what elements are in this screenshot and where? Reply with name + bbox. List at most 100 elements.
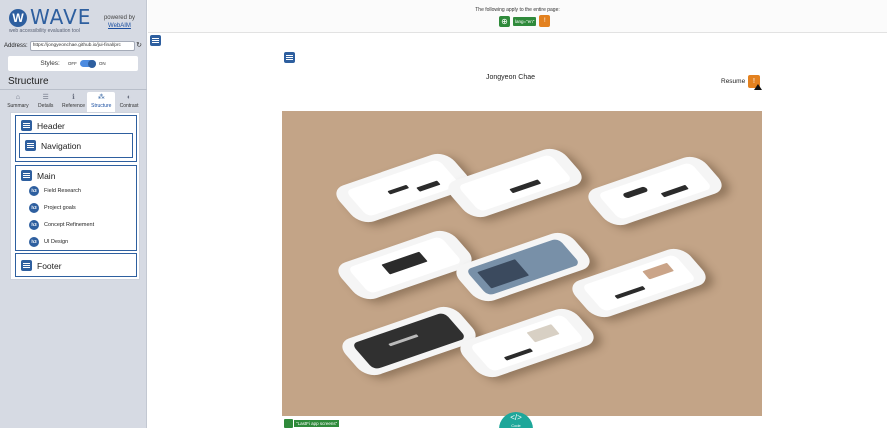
heading-icon: h3 — [29, 220, 39, 230]
powered-by: powered by WebAIM — [104, 14, 135, 30]
styles-on-label: ON — [98, 61, 106, 66]
landmark-label: Header — [37, 120, 65, 131]
phone-screen — [597, 162, 713, 220]
wave-sidebar: W WAVE web accessibility evaluation tool… — [0, 0, 147, 428]
tab-label: Contrast — [119, 103, 139, 109]
resume-link[interactable]: Resume — [721, 78, 745, 85]
list-icon: ☰ — [42, 94, 49, 101]
landmark-label: Navigation — [41, 140, 82, 151]
powered-by-label: powered by — [103, 15, 135, 21]
structure-icon: ⁂ — [97, 94, 105, 101]
phone-screen — [351, 312, 467, 370]
reload-icon[interactable]: ↻ — [135, 41, 143, 51]
divider — [0, 89, 147, 90]
heading-icon: h3 — [29, 237, 39, 247]
wave-logo-wordmark: WAVE — [30, 5, 92, 29]
info-icon: ℹ — [72, 94, 75, 101]
landmark-icon — [21, 120, 32, 131]
phone-screen — [457, 154, 573, 212]
webaim-link[interactable]: WebAIM — [104, 22, 135, 30]
heading-item[interactable]: h3 Field Research — [29, 186, 81, 196]
main-landmark[interactable]: Main — [21, 170, 55, 181]
page-wide-icons: ⊕ lang="en" ! — [499, 15, 551, 27]
heading-item[interactable]: h3 UI Design — [29, 237, 68, 247]
landmark-icon — [25, 140, 36, 151]
navigation-landmark[interactable]: Navigation — [25, 140, 81, 151]
phone-screen — [347, 236, 463, 294]
site-title: Jongyeon Chae — [486, 74, 536, 81]
styles-off-label: OFF — [67, 61, 77, 66]
header-landmark-icon[interactable] — [284, 52, 295, 63]
phone-ui-block — [381, 251, 428, 275]
panel-title: Structure — [8, 76, 49, 87]
page-wide-features-bar: The following apply to the entire page: … — [148, 0, 887, 33]
address-input[interactable]: https://jongyeonchae.github.io/jui-final… — [29, 40, 135, 51]
address-label: Address: — [4, 42, 28, 49]
tab-label: Reference — [61, 103, 86, 109]
phone-mockup — [453, 305, 601, 381]
header-landmark[interactable]: Header — [21, 120, 65, 131]
phone-screen — [469, 314, 585, 372]
phone-ui-block — [642, 262, 674, 280]
phone-mockup — [335, 303, 483, 379]
heading-icon: h3 — [29, 203, 39, 213]
language-icon[interactable]: ⊕ — [499, 15, 510, 27]
address-bar: Address: https://jongyeonchae.github.io/… — [4, 40, 143, 51]
image-alt-text: "LastFi app screens" — [294, 420, 340, 427]
wave-logo-tagline: web accessibility evaluation tool — [9, 28, 80, 34]
footer-landmark[interactable]: Footer — [21, 260, 62, 271]
landmark-icon — [21, 170, 32, 181]
phone-ui-block — [621, 186, 649, 199]
landmark-label: Footer — [37, 260, 62, 271]
styles-toggle-row: Styles: OFF ON — [8, 56, 138, 71]
heading-item[interactable]: h3 Project goals — [29, 203, 76, 213]
lang-attribute-badge[interactable]: lang="en" — [513, 16, 537, 26]
phone-ui-block — [387, 184, 410, 195]
tab-contrast[interactable]: ◐ Contrast — [115, 92, 143, 112]
phone-mockup — [581, 153, 729, 229]
image-alt-icon — [284, 419, 293, 428]
phone-screen — [581, 254, 697, 312]
code-icon: </> — [510, 413, 522, 422]
tab-summary[interactable]: ⌂ Summary — [4, 92, 32, 112]
heading-label: Concept Refinement — [44, 222, 95, 228]
tab-label: Details — [38, 103, 54, 109]
image-alt-tag[interactable]: "LastFi app screens" — [284, 419, 340, 428]
hero-image — [282, 111, 762, 416]
phone-ui-block — [503, 348, 534, 361]
tab-label: Summary — [7, 103, 29, 109]
phone-screen — [345, 159, 461, 217]
page-landmark-icon[interactable] — [150, 35, 161, 46]
wave-brand: W WAVE web accessibility evaluation tool… — [0, 0, 147, 36]
landmark-label: Main — [37, 170, 56, 181]
alert-icon[interactable]: ! — [748, 75, 762, 90]
phone-ui-block — [526, 324, 560, 343]
phone-ui-block — [509, 179, 542, 194]
phone-ui-block — [416, 180, 441, 192]
tab-reference[interactable]: ℹ Reference — [60, 92, 88, 112]
heading-label: Project goals — [44, 205, 76, 211]
styles-toggle[interactable] — [79, 59, 96, 68]
phone-screen — [465, 238, 581, 296]
contrast-icon: ◐ — [126, 94, 132, 101]
heading-label: UI Design — [44, 239, 69, 245]
code-button-label: Code — [511, 423, 521, 428]
phone-ui-block — [614, 285, 646, 299]
phone-mockup — [441, 145, 589, 221]
styles-label: Styles: — [40, 60, 60, 67]
landmark-icon — [21, 260, 32, 271]
wave-logo-icon: W — [9, 9, 27, 27]
tab-details[interactable]: ☰ Details — [32, 92, 60, 112]
heading-item[interactable]: h3 Concept Refinement — [29, 220, 94, 230]
code-button[interactable]: </> Code — [499, 412, 533, 428]
toggle-knob — [87, 59, 96, 68]
tab-label: Structure — [91, 103, 112, 109]
phone-mockup — [331, 227, 479, 303]
phone-ui-block — [477, 259, 530, 289]
wave-tabs: ⌂ Summary ☰ Details ℹ Reference ⁂ Structure … — [4, 92, 143, 112]
tab-structure[interactable]: ⁂ Structure — [87, 92, 116, 112]
alert-icon[interactable]: ! — [539, 15, 551, 27]
phone-ui-block — [388, 334, 419, 347]
heading-icon: h3 — [29, 186, 39, 196]
page-wide-message: The following apply to the entire page: — [475, 7, 560, 13]
